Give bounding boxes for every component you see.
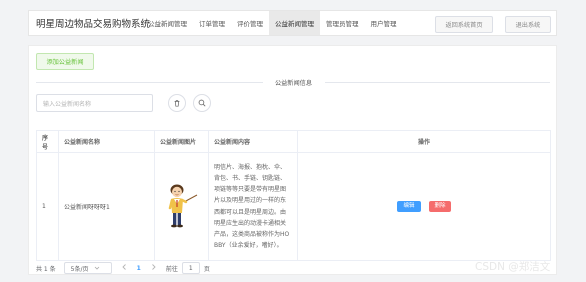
page-number-current[interactable]: 1	[137, 265, 141, 272]
search-button[interactable]	[193, 94, 211, 112]
goto-suffix: 页	[203, 265, 210, 273]
add-news-button[interactable]: 添加公益新闻	[36, 53, 94, 70]
header-index: 序号	[36, 130, 59, 153]
pagination-total: 共 1 条	[36, 265, 56, 273]
pagination: 共 1 条 5条/页 1 前往 1 页	[36, 262, 210, 274]
prev-page-button[interactable]	[122, 264, 127, 272]
header-image: 公益新闻图片	[154, 130, 209, 153]
content-line: BBY（业余爱好，嗜好）。	[214, 242, 283, 250]
edit-button[interactable]: 编辑	[397, 201, 422, 212]
content-line: 项链等等只要是带有明星图	[214, 186, 287, 194]
batch-delete-button[interactable]	[168, 94, 186, 112]
logout-button[interactable]: 退出系统	[505, 16, 551, 33]
top-nav-bar: 明星周边物品交易购物系统 公益新闻管理 订单管理 评价管理 公益新闻管理 管理员…	[28, 10, 557, 36]
page: 明星周边物品交易购物系统 公益新闻管理 订单管理 评价管理 公益新闻管理 管理员…	[0, 0, 586, 282]
delete-button[interactable]: 删除	[428, 201, 451, 212]
header-name: 公益新闻名称	[58, 130, 155, 153]
content-line: 背包、书、手链、钥匙链、	[214, 174, 287, 182]
table-row: 1 公益新闻呀呀呀1 明信片、海报、抱枕、伞、 背包、书、手链、钥匙链、 项链等…	[36, 152, 551, 261]
content-line: 明星应生出的动漫卡通相关	[214, 219, 287, 227]
chevron-left-icon	[122, 264, 126, 270]
nav-item-news-active[interactable]: 公益新闻管理	[269, 11, 320, 35]
nav-menu: 公益新闻管理 订单管理 评价管理 公益新闻管理 管理员管理 用户管理	[142, 11, 403, 35]
cell-content: 明信片、海报、抱枕、伞、 背包、书、手链、钥匙链、 项链等等只要是带有明星图 片…	[208, 152, 298, 261]
table-header-row: 序号 公益新闻名称 公益新闻图片 公益新闻内容 操作	[36, 130, 551, 153]
content-line: 产品，这类商品被称作为HO	[214, 230, 290, 238]
header-content: 公益新闻内容	[208, 130, 298, 153]
nav-item-news-1[interactable]: 公益新闻管理	[142, 11, 193, 35]
news-image-teacher	[168, 184, 197, 227]
goto-label: 前往	[165, 265, 178, 273]
section-title: 公益新闻信息	[29, 78, 558, 87]
back-to-home-button[interactable]: 返回系统首页	[435, 16, 493, 33]
nav-item-admins[interactable]: 管理员管理	[320, 11, 365, 35]
news-table: 序号 公益新闻名称 公益新闻图片 公益新闻内容 操作 1 公益新闻呀呀呀1 明信…	[36, 130, 551, 261]
cell-name: 公益新闻呀呀呀1	[58, 152, 155, 261]
app-title: 明星周边物品交易购物系统	[36, 19, 151, 30]
chevron-right-icon	[152, 264, 156, 270]
chevron-down-icon	[95, 266, 100, 270]
goto-page-input[interactable]: 1	[181, 262, 200, 274]
cell-index: 1	[36, 152, 59, 261]
search-input[interactable]: 输入公益新闻名称	[36, 94, 153, 112]
next-page-button[interactable]	[151, 264, 156, 272]
nav-item-orders[interactable]: 订单管理	[193, 11, 231, 35]
page-size-value: 5条/页	[70, 265, 89, 273]
watermark: CSDN @郑洁文	[475, 261, 551, 273]
cell-actions: 编辑 删除	[297, 152, 551, 261]
header-actions: 操作	[297, 130, 551, 153]
search-icon	[198, 99, 206, 107]
content-line: 西都可以且是明星周边。由	[214, 208, 287, 216]
nav-item-users[interactable]: 用户管理	[365, 11, 403, 35]
main-content: 添加公益新闻 公益新闻信息 输入公益新闻名称 序号 公益新闻名称 公益新闻图片 …	[28, 45, 557, 275]
content-line: 片以及明星用过的一样的东	[214, 197, 287, 205]
page-size-select[interactable]: 5条/页	[63, 262, 112, 274]
trash-icon	[174, 100, 180, 107]
nav-item-reviews[interactable]: 评价管理	[231, 11, 269, 35]
cell-image	[154, 152, 209, 261]
content-line: 明信片、海报、抱枕、伞、	[214, 163, 287, 171]
